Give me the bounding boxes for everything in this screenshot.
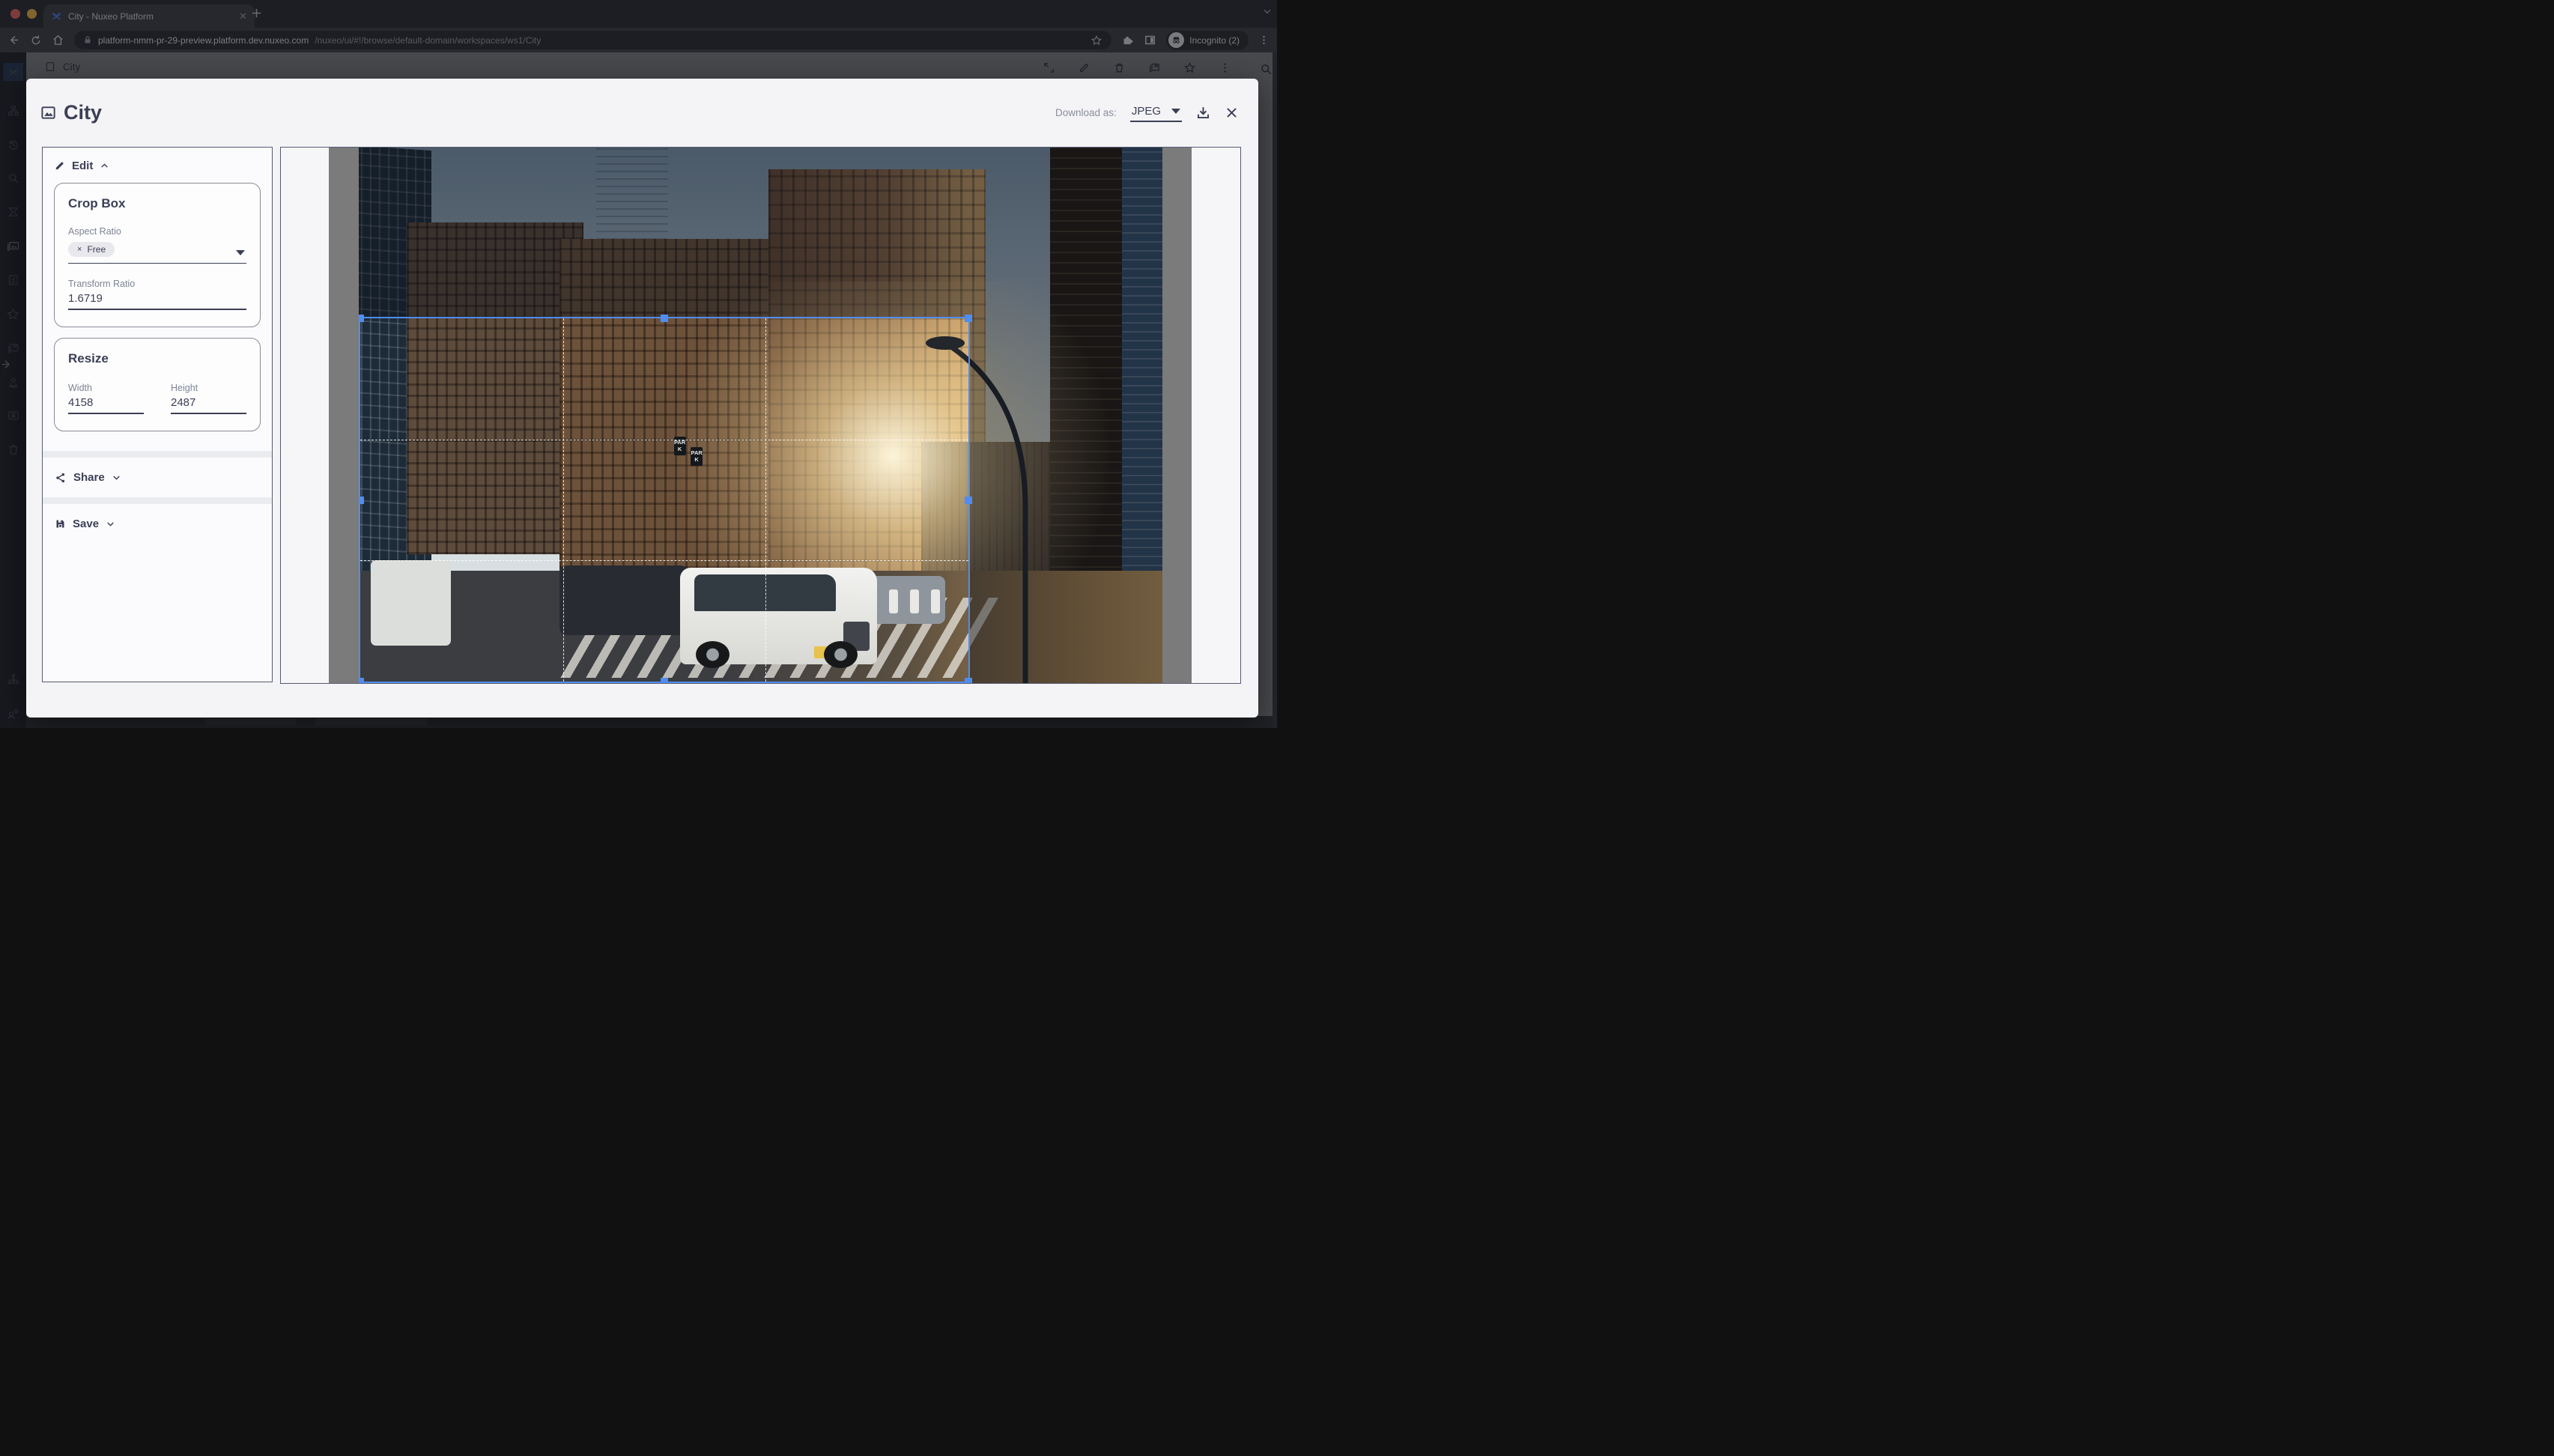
download-button[interactable] xyxy=(1195,105,1211,121)
save-floppy-icon xyxy=(55,518,66,530)
crop-selection[interactable] xyxy=(359,317,970,683)
chevron-down-icon xyxy=(1171,109,1180,114)
chip-remove-icon[interactable]: × xyxy=(77,245,82,254)
crop-handle-middle-right[interactable] xyxy=(965,497,972,504)
transform-ratio-label: Transform Ratio xyxy=(68,279,246,289)
resize-card: Resize Width Height xyxy=(54,338,261,431)
share-section-header[interactable]: Share xyxy=(55,471,260,484)
browser-toolbar: platform-nmm-pr-29-preview.platform.dev.… xyxy=(0,28,1277,52)
crop-handle-bottom-middle[interactable] xyxy=(661,678,668,683)
chevron-down-icon xyxy=(112,473,121,482)
crop-handle-bottom-left[interactable] xyxy=(359,678,364,683)
height-label: Height xyxy=(171,383,246,393)
nuxeo-page: City City Download as: xyxy=(0,52,1277,728)
resize-heading: Resize xyxy=(68,351,246,366)
crop-box-heading: Crop Box xyxy=(68,196,246,211)
dialog-header: City Download as: JPEG xyxy=(26,79,1258,147)
share-section: Share xyxy=(43,458,272,497)
crop-handle-middle-left[interactable] xyxy=(359,497,364,504)
image-edit-dialog: City Download as: JPEG xyxy=(26,79,1258,718)
save-section: Save xyxy=(43,504,272,682)
share-section-label: Share xyxy=(73,471,105,484)
crop-handle-top-left[interactable] xyxy=(359,315,364,322)
image-icon xyxy=(40,104,57,121)
download-format-value: JPEG xyxy=(1132,105,1161,118)
crop-box-card: Crop Box Aspect Ratio × Free Transform R… xyxy=(54,183,261,327)
transform-ratio-input[interactable] xyxy=(68,289,246,310)
pencil-icon xyxy=(54,160,65,172)
edit-section-header[interactable]: Edit xyxy=(54,160,261,172)
height-input[interactable] xyxy=(171,393,246,414)
close-button[interactable] xyxy=(1225,106,1239,120)
width-label: Width xyxy=(68,383,144,393)
cropper-canvas: PARK PARK xyxy=(329,148,1192,683)
crop-shade-right xyxy=(970,317,1162,683)
crop-handle-top-middle[interactable] xyxy=(661,315,668,322)
aspect-ratio-value: Free xyxy=(87,244,106,255)
image-viewer: PARK PARK xyxy=(280,147,1241,684)
crop-shade-top xyxy=(359,148,1162,317)
width-input[interactable] xyxy=(68,393,144,414)
aspect-ratio-label: Aspect Ratio xyxy=(68,226,246,237)
aspect-ratio-select[interactable]: × Free xyxy=(68,237,246,264)
edit-section: Edit Crop Box Aspect Ratio × Free xyxy=(43,148,272,451)
chevron-up-icon xyxy=(100,161,109,171)
download-as-label: Download as: xyxy=(1055,107,1117,118)
chevron-down-icon xyxy=(106,519,115,529)
crop-guide-vertical xyxy=(765,318,766,682)
share-icon xyxy=(55,472,67,484)
crop-guide-horizontal xyxy=(360,560,968,561)
save-section-label: Save xyxy=(73,518,99,530)
edit-section-label: Edit xyxy=(72,160,93,172)
browser-window: City - Nuxeo Platform ✕ platform-nmm-pr-… xyxy=(0,0,1277,728)
edit-panel: Edit Crop Box Aspect Ratio × Free xyxy=(42,147,273,682)
crop-handle-bottom-right[interactable] xyxy=(965,678,972,683)
crop-guide-vertical xyxy=(563,318,564,682)
photo-city-street: PARK PARK xyxy=(359,148,1162,683)
chevron-down-icon xyxy=(236,250,245,255)
save-section-header[interactable]: Save xyxy=(55,518,260,530)
aspect-ratio-chip[interactable]: × Free xyxy=(68,242,115,257)
crop-handle-top-right[interactable] xyxy=(965,315,972,322)
download-format-select[interactable]: JPEG xyxy=(1130,103,1182,122)
dialog-title: City xyxy=(64,101,102,124)
